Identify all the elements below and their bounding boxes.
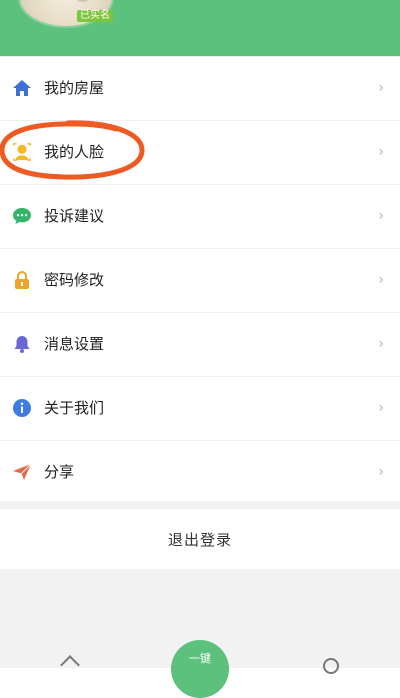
menu-item-label: 密码修改: [44, 271, 105, 289]
chevron-right-icon: ›: [378, 336, 384, 352]
profile-tab-icon[interactable]: [323, 658, 339, 674]
one-key-button[interactable]: 一键: [171, 640, 229, 698]
chat-bubble-icon: [12, 206, 32, 226]
chevron-right-icon: ›: [378, 272, 384, 288]
logout-button[interactable]: 退出登录: [0, 509, 400, 569]
menu-item-about-us[interactable]: 关于我们 ›: [0, 377, 400, 441]
verified-badge: 已实名: [77, 10, 113, 22]
chevron-right-icon: ›: [378, 400, 384, 416]
menu-item-label: 消息设置: [44, 335, 105, 353]
chevron-right-icon: ›: [378, 464, 384, 480]
home-icon: [12, 78, 32, 98]
bell-icon: [12, 334, 32, 354]
menu-item-my-face[interactable]: 我的人脸 ›: [0, 121, 400, 185]
chevron-right-icon: ›: [378, 208, 384, 224]
menu-item-message-settings[interactable]: 消息设置 ›: [0, 313, 400, 377]
menu-item-label: 投诉建议: [44, 207, 105, 225]
settings-menu: 我的房屋 › 我的人脸 › 投诉建议 › 密码修改 › 消息设置 › 关于我们 …: [0, 56, 400, 505]
chevron-right-icon: ›: [378, 144, 384, 160]
menu-item-label: 我的房屋: [44, 79, 105, 97]
section-divider: [0, 501, 400, 509]
lock-icon: [12, 270, 32, 290]
menu-item-label: 分享: [44, 463, 75, 481]
menu-item-label: 关于我们: [44, 399, 105, 417]
menu-item-share[interactable]: 分享 ›: [0, 441, 400, 505]
avatar-decor: [76, 0, 90, 2]
profile-header: 已实名: [0, 0, 400, 56]
info-icon: [12, 398, 32, 418]
menu-item-complaints[interactable]: 投诉建议 ›: [0, 185, 400, 249]
paper-plane-icon: [12, 462, 32, 482]
face-icon: [12, 142, 32, 162]
menu-item-change-password[interactable]: 密码修改 ›: [0, 249, 400, 313]
chevron-right-icon: ›: [378, 80, 384, 96]
menu-item-label: 我的人脸: [44, 143, 105, 161]
menu-item-my-house[interactable]: 我的房屋 ›: [0, 57, 400, 121]
